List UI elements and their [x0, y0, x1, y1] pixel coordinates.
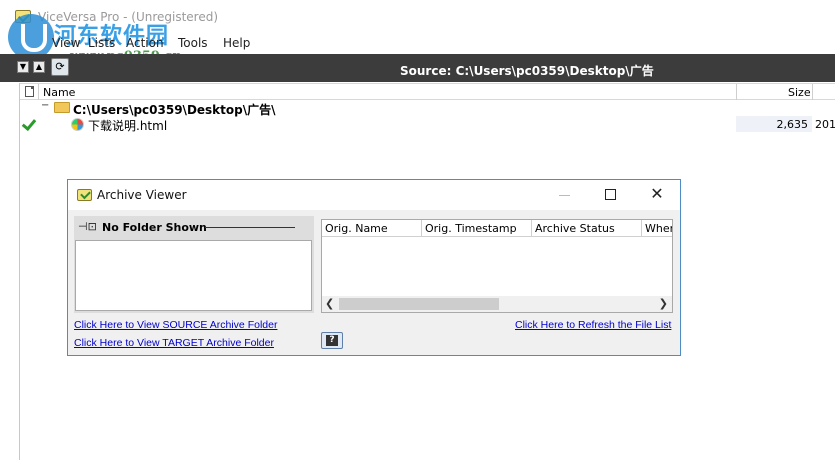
folder-row[interactable]: − C:\Users\pc0359\Desktop\广告\ [20, 100, 835, 118]
view-target-archive-link[interactable]: Click Here to View TARGET Archive Folder [74, 337, 274, 349]
file-icon [25, 86, 34, 97]
menu-tools[interactable]: Tools [178, 36, 208, 50]
maximize-button[interactable] [588, 180, 634, 210]
scroll-left-icon[interactable]: ❮ [325, 297, 334, 310]
html-file-icon [71, 118, 84, 131]
menu-bar: View Lists Action Tools Help [0, 34, 835, 54]
maximize-icon [605, 189, 616, 200]
minimize-button[interactable] [542, 180, 588, 210]
menu-action[interactable]: Action [126, 36, 164, 50]
refresh-archive-button[interactable]: ⟳ [51, 58, 69, 76]
minimize-icon [559, 195, 570, 196]
app-icon [15, 10, 31, 23]
archive-viewer-icon [77, 189, 92, 201]
close-button[interactable]: ✕ [634, 180, 680, 210]
scroll-right-icon[interactable]: ❯ [659, 297, 668, 310]
file-size: 2,635 [776, 118, 809, 131]
dialog-titlebar[interactable]: Archive Viewer ✕ [68, 180, 680, 210]
archive-file-list[interactable]: Orig. Name Orig. Timestamp Archive Statu… [321, 219, 673, 313]
view-source-archive-link[interactable]: Click Here to View SOURCE Archive Folder [74, 319, 277, 331]
refresh-file-list-link[interactable]: Click Here to Refresh the File List [515, 319, 671, 331]
column-divider[interactable] [812, 84, 813, 100]
dialog-title: Archive Viewer [97, 188, 187, 202]
menu-lists[interactable]: Lists [88, 36, 115, 50]
toolbar: ▼ ▲ ⟳ Source: C:\Users\pc0359\Desktop\广告 [0, 54, 835, 82]
no-folder-label: No Folder Shown [102, 221, 207, 234]
collapse-up-button[interactable]: ▲ [33, 61, 45, 73]
folder-list[interactable] [75, 240, 312, 311]
menu-help[interactable]: Help [223, 36, 250, 50]
size-cell: 2,635 [736, 116, 812, 132]
file-name: 下载说明.html [88, 119, 168, 133]
column-header-archive-status[interactable]: Archive Status [532, 220, 642, 237]
main-titlebar: ViceVersa Pro - (Unregistered) [0, 0, 835, 34]
file-date: 2018 [815, 118, 835, 131]
close-icon: ✕ [650, 184, 664, 203]
column-divider[interactable] [736, 84, 737, 100]
folder-icon [54, 102, 70, 113]
scroll-thumb[interactable] [339, 298, 499, 310]
column-header-size[interactable]: Size [788, 86, 811, 99]
menu-view[interactable]: View [52, 36, 80, 50]
column-header-orig-name[interactable]: Orig. Name [322, 220, 422, 237]
check-icon [21, 115, 37, 132]
pin-icon[interactable]: ⊣⊡ [78, 221, 97, 232]
collapse-down-button[interactable]: ▼ [17, 61, 29, 73]
table-row[interactable]: 下载说明.html 2,635 2018 [20, 115, 835, 133]
archive-viewer-dialog: Archive Viewer ✕ ⊣⊡ No Folder Shown Orig… [67, 179, 681, 356]
column-divider[interactable] [38, 84, 39, 100]
source-path-label: Source: C:\Users\pc0359\Desktop\广告 [400, 64, 654, 78]
window-title: ViceVersa Pro - (Unregistered) [38, 10, 219, 24]
status-gutter [0, 83, 20, 460]
divider [205, 227, 295, 228]
horizontal-scrollbar[interactable]: ❮ ❯ [322, 296, 672, 312]
column-header-when[interactable]: When [642, 220, 672, 237]
help-button[interactable]: ? [321, 332, 343, 349]
folder-panel: ⊣⊡ No Folder Shown [74, 216, 314, 313]
column-header-name[interactable]: Name [43, 86, 75, 99]
file-list-header: Name Size [20, 83, 835, 100]
collapse-folder-icon[interactable]: − [41, 101, 50, 111]
help-icon: ? [326, 335, 338, 346]
column-header-orig-timestamp[interactable]: Orig. Timestamp [422, 220, 532, 237]
